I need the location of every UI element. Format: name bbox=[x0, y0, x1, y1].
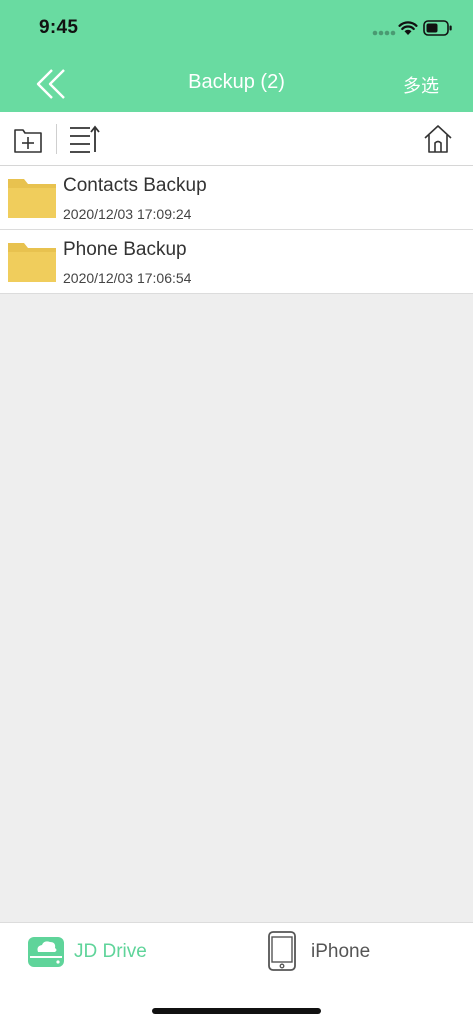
file-name: Phone Backup bbox=[63, 239, 187, 260]
cloud-drive-icon bbox=[28, 937, 64, 967]
cellular-signal-icon bbox=[372, 30, 396, 36]
list-item[interactable]: Contacts Backup 2020/12/03 17:09:24 bbox=[0, 166, 473, 230]
tab-label: iPhone bbox=[311, 941, 371, 962]
folder-icon bbox=[8, 179, 56, 218]
wifi-icon bbox=[398, 21, 418, 35]
file-toolbar bbox=[0, 112, 473, 166]
status-time: 9:45 bbox=[39, 17, 79, 38]
new-folder-button[interactable] bbox=[12, 124, 44, 156]
folder-icon bbox=[8, 243, 56, 282]
tab-iphone[interactable]: iPhone bbox=[236, 923, 473, 981]
double-chevron-left-icon bbox=[36, 69, 65, 99]
battery-icon bbox=[423, 20, 452, 36]
tab-label: JD Drive bbox=[74, 941, 147, 962]
back-button[interactable] bbox=[30, 64, 74, 104]
new-folder-icon bbox=[14, 129, 42, 153]
list-item[interactable]: Phone Backup 2020/12/03 17:06:54 bbox=[0, 230, 473, 294]
file-date: 2020/12/03 17:06:54 bbox=[63, 270, 192, 286]
phone-icon bbox=[268, 931, 296, 971]
toolbar-divider bbox=[56, 124, 57, 154]
home-indicator bbox=[152, 1008, 321, 1014]
multi-select-button[interactable]: 多选 bbox=[403, 72, 439, 98]
home-button[interactable] bbox=[421, 122, 455, 156]
nav-header: 9:45 Backup (2) 多选 bbox=[0, 0, 473, 112]
home-icon bbox=[424, 125, 452, 153]
tab-jd-drive[interactable]: JD Drive bbox=[0, 923, 236, 981]
file-date: 2020/12/03 17:09:24 bbox=[63, 206, 192, 222]
sort-button[interactable] bbox=[68, 124, 100, 156]
file-list: Contacts Backup 2020/12/03 17:09:24 Phon… bbox=[0, 166, 473, 294]
file-name: Contacts Backup bbox=[63, 175, 207, 196]
sort-icon bbox=[70, 125, 100, 153]
